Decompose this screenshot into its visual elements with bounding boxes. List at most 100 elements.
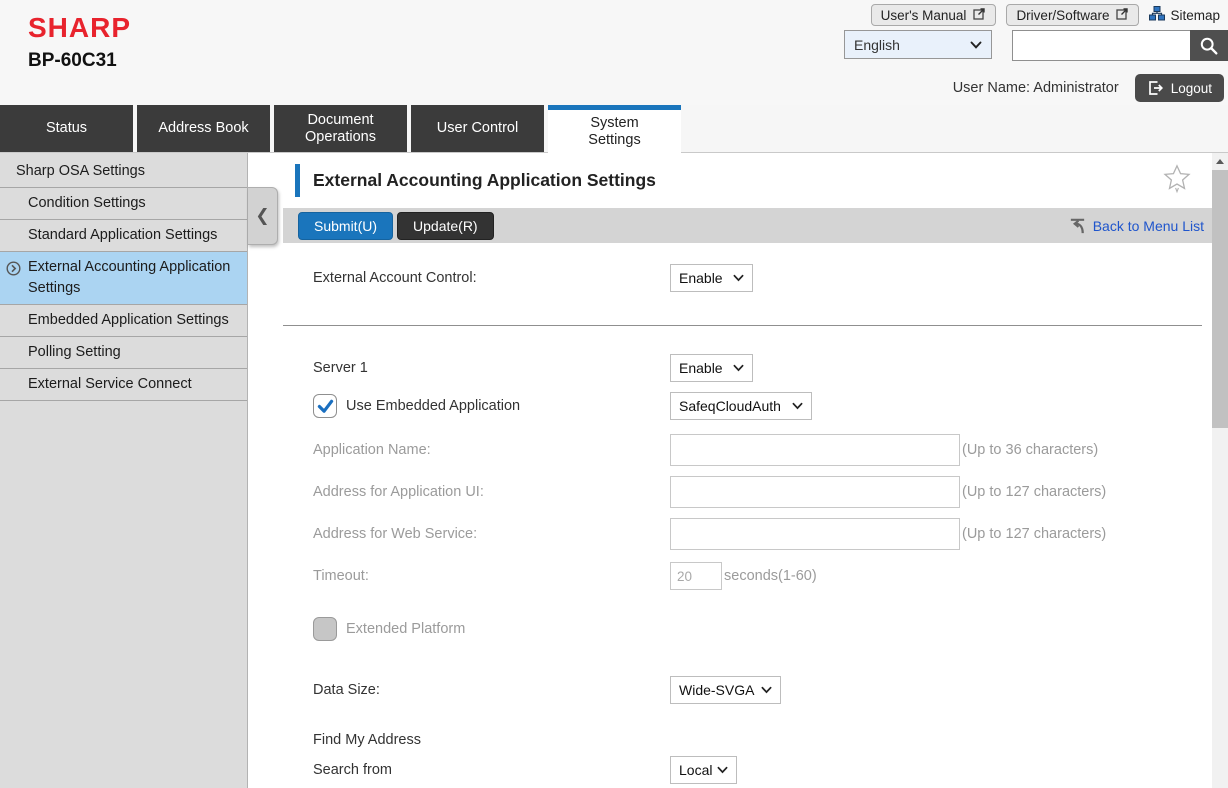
external-link-icon — [973, 7, 986, 23]
language-select[interactable]: English — [844, 30, 992, 59]
use-embedded-application-checkbox[interactable] — [313, 394, 337, 418]
data-size-value: Wide-SVGA — [679, 682, 754, 698]
page-header: SHARP BP-60C31 User's Manual Driver/Soft… — [0, 0, 1228, 105]
row-address-web-service: Address for Web Service: (Up to 127 char… — [283, 518, 1212, 550]
tab-document-operations[interactable]: Document Operations — [274, 105, 407, 152]
address-web-service-hint: (Up to 127 characters) — [962, 526, 1106, 542]
sidebar-item-label: External Accounting Application Settings — [28, 259, 230, 296]
driver-software-label: Driver/Software — [1016, 8, 1109, 23]
server1-value: Enable — [679, 360, 723, 376]
submit-button[interactable]: Submit(U) — [298, 212, 393, 240]
back-to-menu-link[interactable]: Back to Menu List — [1068, 216, 1204, 235]
scrollbar-up-button[interactable] — [1212, 153, 1228, 170]
sidebar-item-external-accounting-application-settings[interactable]: External Accounting Application Settings — [0, 252, 247, 305]
user-name-label: User Name: Administrator — [953, 80, 1119, 96]
chevron-down-icon — [970, 41, 982, 49]
body-row: Sharp OSA Settings Condition Settings St… — [0, 153, 1228, 788]
external-account-control-value: Enable — [679, 270, 723, 286]
application-name-hint: (Up to 36 characters) — [962, 442, 1098, 458]
row-server1: Server 1 Enable — [283, 354, 1212, 382]
application-name-label: Application Name: — [313, 442, 670, 458]
update-button[interactable]: Update(R) — [397, 212, 494, 240]
sidebar-collapse-handle[interactable]: ❮ — [248, 187, 278, 245]
scrollbar-thumb[interactable] — [1212, 170, 1228, 428]
extended-platform-group: Extended Platform — [313, 617, 670, 641]
sidebar-item-standard-application-settings[interactable]: Standard Application Settings — [0, 220, 247, 252]
embedded-application-value: SafeqCloudAuth — [679, 398, 781, 414]
main-content: External Accounting Application Settings… — [283, 153, 1212, 784]
search-input[interactable] — [1012, 30, 1190, 61]
sharp-logo: SHARP — [28, 12, 131, 44]
users-manual-button[interactable]: User's Manual — [871, 4, 997, 26]
driver-software-button[interactable]: Driver/Software — [1006, 4, 1139, 26]
row-data-size: Data Size: Wide-SVGA — [283, 676, 1212, 704]
section-divider — [283, 325, 1202, 326]
server1-select[interactable]: Enable — [670, 354, 753, 382]
checkmark-icon — [317, 399, 334, 414]
header-controls-row: English — [844, 30, 1228, 61]
address-application-ui-label: Address for Application UI: — [313, 484, 670, 500]
sidebar-item-embedded-application-settings[interactable]: Embedded Application Settings — [0, 305, 247, 337]
timeout-input[interactable] — [670, 562, 722, 590]
find-my-address-label: Find My Address — [313, 732, 670, 748]
chevron-down-icon — [717, 766, 728, 774]
header-user-row: User Name: Administrator Logout — [953, 74, 1224, 102]
sidebar-item-sharp-osa-settings[interactable]: Sharp OSA Settings — [0, 156, 247, 188]
sitemap-label: Sitemap — [1170, 8, 1220, 23]
address-application-ui-hint: (Up to 127 characters) — [962, 484, 1106, 500]
address-web-service-input[interactable] — [670, 518, 960, 550]
row-external-account-control: External Account Control: Enable — [283, 264, 1212, 292]
title-accent-bar — [295, 164, 300, 197]
row-address-application-ui: Address for Application UI: (Up to 127 c… — [283, 476, 1212, 508]
action-toolbar: Submit(U) Update(R) Back to Menu List — [283, 208, 1212, 243]
sidebar-item-condition-settings[interactable]: Condition Settings — [0, 188, 247, 220]
application-name-input[interactable] — [670, 434, 960, 466]
favorite-star-icon[interactable] — [1162, 163, 1192, 200]
sidebar-item-polling-setting[interactable]: Polling Setting — [0, 337, 247, 369]
scroll-up-arrow-icon — [1216, 159, 1224, 164]
back-to-menu-label: Back to Menu List — [1093, 218, 1204, 234]
search-from-label: Search from — [313, 762, 670, 778]
use-embedded-application-group: Use Embedded Application — [313, 394, 670, 418]
curved-up-arrow-icon — [1068, 216, 1087, 235]
external-link-icon — [1116, 7, 1129, 23]
timeout-hint: seconds(1-60) — [724, 568, 817, 584]
address-web-service-label: Address for Web Service: — [313, 526, 670, 542]
external-account-control-select[interactable]: Enable — [670, 264, 753, 292]
users-manual-label: User's Manual — [881, 8, 967, 23]
main-tabbar: Status Address Book Document Operations … — [0, 105, 1228, 153]
search-button[interactable] — [1190, 30, 1228, 61]
device-model: BP-60C31 — [28, 50, 117, 72]
circle-chevron-right-icon — [6, 261, 21, 283]
chevron-down-icon — [733, 274, 744, 282]
embedded-application-select[interactable]: SafeqCloudAuth — [670, 392, 812, 420]
logout-label: Logout — [1171, 81, 1212, 96]
title-band: External Accounting Application Settings — [283, 153, 1212, 208]
use-embedded-application-label: Use Embedded Application — [346, 398, 520, 414]
tab-user-control[interactable]: User Control — [411, 105, 544, 152]
sidebar-item-external-service-connect[interactable]: External Service Connect — [0, 369, 247, 401]
search-from-select[interactable]: Local — [670, 756, 737, 784]
search-from-value: Local — [679, 762, 712, 778]
tab-system-settings[interactable]: System Settings — [548, 105, 681, 153]
tab-status[interactable]: Status — [0, 105, 133, 152]
sitemap-link[interactable]: Sitemap — [1149, 6, 1220, 24]
language-selected-value: English — [854, 37, 900, 53]
main-panel: External Accounting Application Settings… — [248, 153, 1228, 788]
tab-address-book[interactable]: Address Book — [137, 105, 270, 152]
sidebar-menu: Sharp OSA Settings Condition Settings St… — [0, 153, 248, 788]
timeout-label: Timeout: — [313, 568, 670, 584]
settings-form: External Account Control: Enable Server … — [283, 264, 1212, 784]
data-size-select[interactable]: Wide-SVGA — [670, 676, 781, 704]
chevron-down-icon — [733, 364, 744, 372]
header-top-links: User's Manual Driver/Software Sitemap — [871, 4, 1220, 26]
logout-button[interactable]: Logout — [1135, 74, 1224, 102]
chevron-down-icon — [792, 402, 803, 410]
address-application-ui-input[interactable] — [670, 476, 960, 508]
chevron-left-icon: ❮ — [255, 206, 269, 226]
data-size-label: Data Size: — [313, 682, 670, 698]
search-box — [1012, 30, 1228, 61]
external-account-control-label: External Account Control: — [313, 270, 670, 286]
extended-platform-checkbox — [313, 617, 337, 641]
vertical-scrollbar — [1212, 153, 1228, 788]
